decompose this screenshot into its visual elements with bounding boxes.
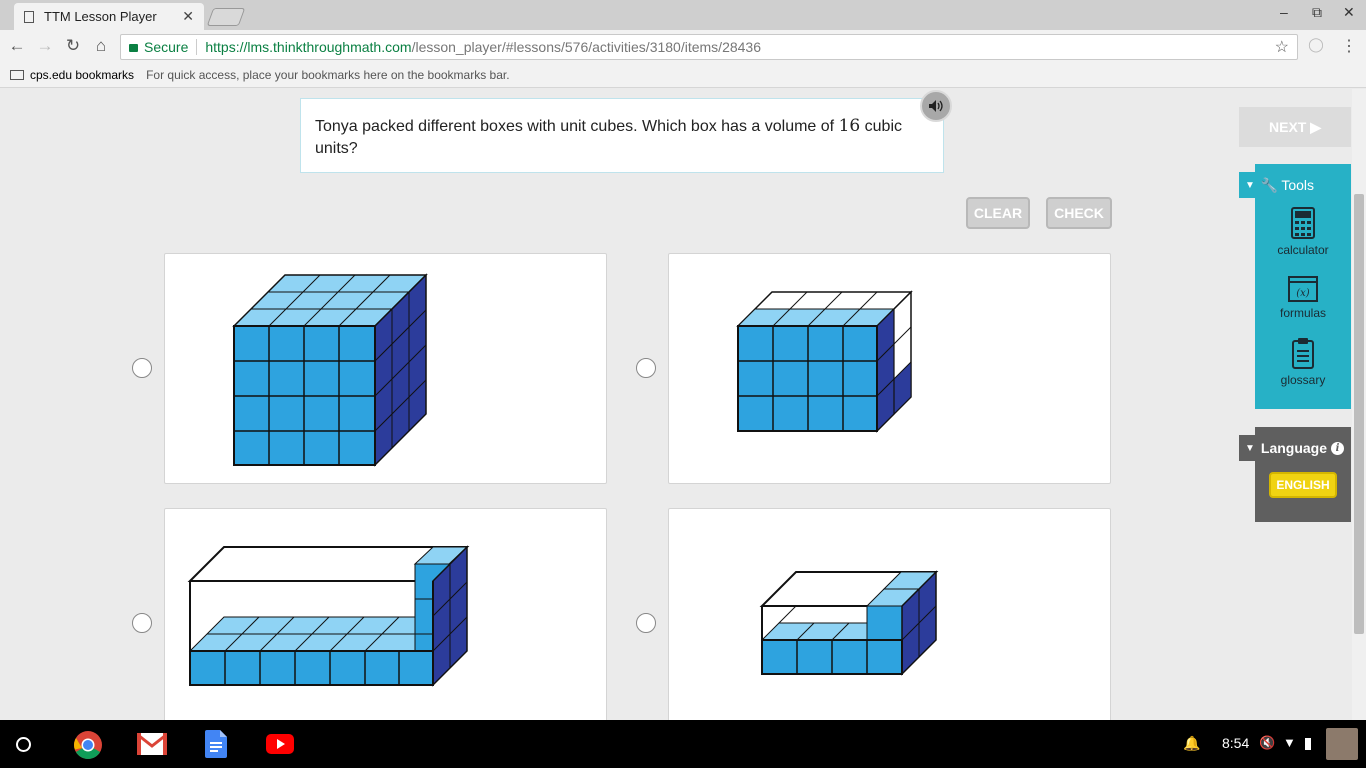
box-figure-b xyxy=(736,290,913,433)
secure-label: Secure xyxy=(144,39,189,55)
option-b-card[interactable] xyxy=(668,253,1111,484)
option-d-radio[interactable] xyxy=(636,613,656,633)
back-icon[interactable]: ← xyxy=(6,36,28,56)
box-figure-c xyxy=(187,545,470,687)
english-button[interactable]: ENGLISH xyxy=(1269,472,1337,498)
option-d-card[interactable] xyxy=(668,508,1111,720)
tool-calculator[interactable]: calculator xyxy=(1255,207,1351,257)
menu-icon[interactable]: ⋮ xyxy=(1338,36,1360,56)
avatar[interactable] xyxy=(1326,728,1358,760)
document-icon xyxy=(24,10,34,23)
bookmarks-bar: cps.edu bookmarks For quick access, plac… xyxy=(0,63,1366,88)
box-figure-d xyxy=(759,570,939,676)
tab-close-icon[interactable]: ✕ xyxy=(182,8,194,25)
tools-title: Tools xyxy=(1281,177,1315,193)
gmail-icon[interactable] xyxy=(137,733,167,760)
bookmarks-folder[interactable]: cps.edu bookmarks xyxy=(30,68,134,82)
tool-formulas[interactable]: (x) formulas xyxy=(1255,276,1351,320)
tools-header[interactable]: ▼ 🔧 Tools xyxy=(1239,172,1351,198)
new-tab-button[interactable] xyxy=(206,8,246,26)
option-b-radio[interactable] xyxy=(636,358,656,378)
svg-text:(x): (x) xyxy=(1296,288,1310,299)
battery-icon[interactable] xyxy=(1305,738,1311,750)
browser-tab[interactable]: TTM Lesson Player ✕ xyxy=(14,3,204,30)
lock-icon xyxy=(129,44,138,52)
question-box: Tonya packed different boxes with unit c… xyxy=(300,98,944,173)
info-icon[interactable]: i xyxy=(1331,441,1345,455)
wifi-icon[interactable]: ▼ xyxy=(1283,735,1296,750)
formulas-icon: (x) xyxy=(1255,276,1351,302)
folder-icon xyxy=(10,70,24,80)
scrollbar-thumb[interactable] xyxy=(1354,194,1364,634)
docs-icon[interactable] xyxy=(205,730,227,763)
chrome-icon[interactable] xyxy=(73,730,103,765)
clock-time[interactable]: 8:54 xyxy=(1222,735,1249,751)
collapse-triangle-icon: ▼ xyxy=(1245,179,1255,191)
divider xyxy=(196,39,198,55)
bookmark-star-icon[interactable]: ☆ xyxy=(1275,37,1289,57)
collapse-triangle-icon: ▼ xyxy=(1245,442,1255,454)
option-a-radio[interactable] xyxy=(132,358,152,378)
speaker-icon[interactable] xyxy=(920,90,952,122)
language-title: Language xyxy=(1260,440,1328,456)
tool-glossary-label: glossary xyxy=(1280,373,1326,387)
wrench-icon: 🔧 xyxy=(1260,176,1279,193)
check-button[interactable]: CHECK xyxy=(1046,197,1112,229)
question-number: 16 xyxy=(838,116,861,136)
url-host: https://lms.thinkthroughmath.com xyxy=(205,39,412,55)
option-c-radio[interactable] xyxy=(132,613,152,633)
home-icon[interactable]: ⌂ xyxy=(90,36,112,56)
lesson-page: Tonya packed different boxes with unit c… xyxy=(0,89,1366,720)
mute-icon[interactable]: 🔇 xyxy=(1259,735,1275,751)
bookmarks-hint: For quick access, place your bookmarks h… xyxy=(146,68,510,82)
tool-glossary[interactable]: glossary xyxy=(1255,337,1351,387)
clear-button[interactable]: CLEAR xyxy=(966,197,1030,229)
tool-formulas-label: formulas xyxy=(1279,306,1326,320)
browser-tab-bar: TTM Lesson Player ✕ – ⧉ ✕ xyxy=(0,0,1366,30)
restore-icon[interactable]: ⧉ xyxy=(1312,4,1322,21)
forward-icon[interactable]: → xyxy=(34,36,56,56)
taskbar: 🔔 8:54 🔇 ▼ xyxy=(0,720,1366,768)
tool-calculator-label: calculator xyxy=(1277,243,1329,257)
question-text-before: Tonya packed different boxes with unit c… xyxy=(315,118,839,135)
box-figure-a xyxy=(232,273,428,467)
window-close-icon[interactable]: ✕ xyxy=(1343,4,1355,21)
option-c-card[interactable] xyxy=(164,508,607,720)
address-bar[interactable]: Secure https://lms.thinkthroughmath.com /… xyxy=(120,34,1298,60)
tab-title: TTM Lesson Player xyxy=(44,9,157,24)
extension-icon[interactable]: ◯ xyxy=(1305,36,1327,53)
option-a-card[interactable] xyxy=(164,253,607,484)
glossary-icon xyxy=(1255,337,1351,369)
url-path: /lesson_player/#lessons/576/activities/3… xyxy=(411,39,761,55)
minimize-icon[interactable]: – xyxy=(1280,4,1288,20)
reload-icon[interactable]: ↻ xyxy=(62,36,84,56)
next-button[interactable]: NEXT ▶ xyxy=(1239,107,1351,147)
notification-bell-icon[interactable]: 🔔 xyxy=(1183,735,1200,752)
launcher-icon[interactable] xyxy=(16,737,31,752)
language-header[interactable]: ▼ Language i xyxy=(1239,435,1351,461)
youtube-icon[interactable] xyxy=(266,734,294,759)
browser-toolbar: ← → ↻ ⌂ Secure https://lms.thinkthroughm… xyxy=(0,30,1366,63)
calculator-icon xyxy=(1255,207,1351,239)
